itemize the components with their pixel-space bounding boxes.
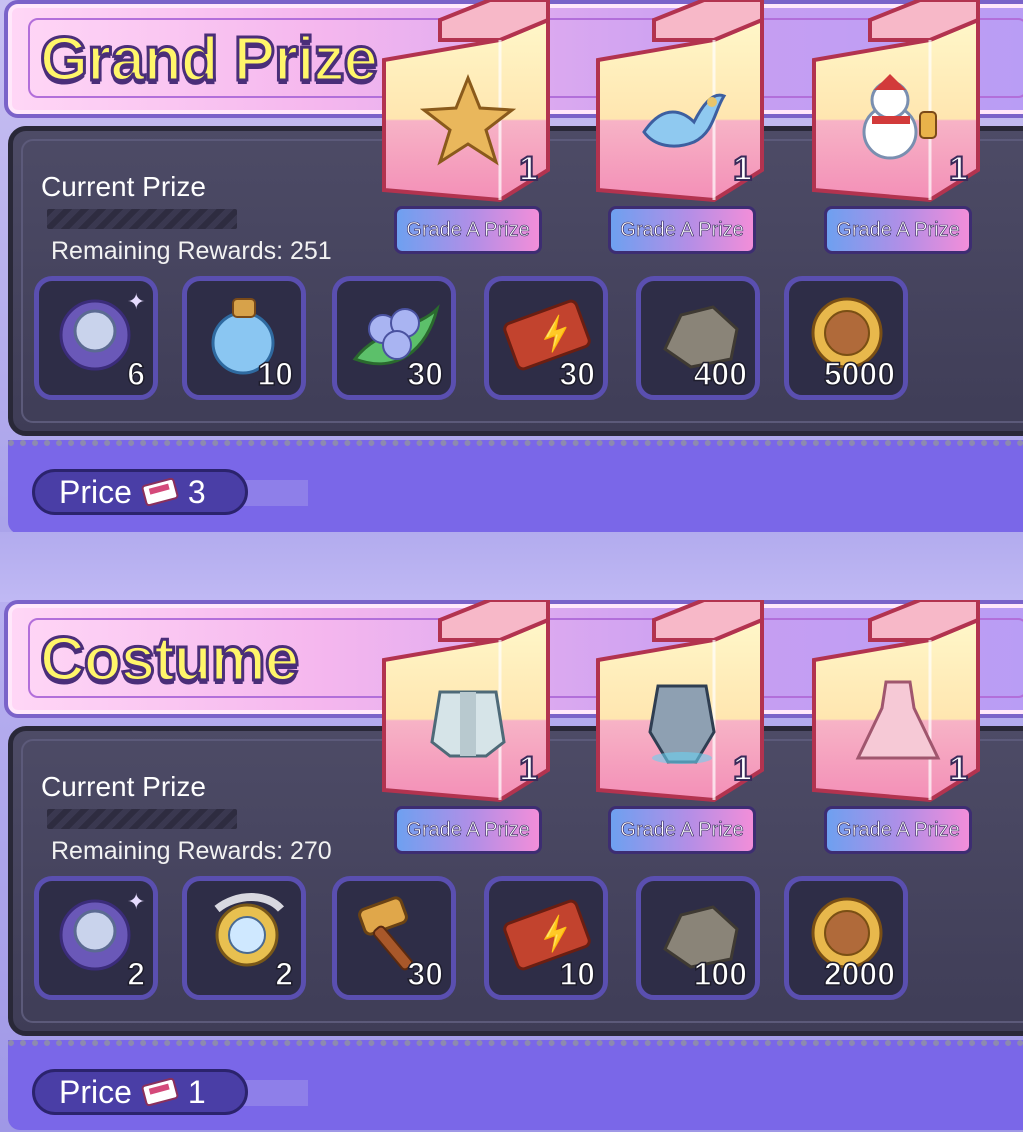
remaining-rewards: Remaining Rewards: 270 (51, 837, 332, 865)
snowman-icon (862, 74, 937, 160)
grade-prize-box[interactable]: 1 Grade A Prize (380, 600, 552, 862)
prize-quantity: 1 (732, 149, 753, 189)
price-value: 3 (187, 473, 206, 510)
reward-count: 100 (693, 955, 748, 993)
knight-armor-icon (648, 684, 716, 764)
price-bar: Price 3 (8, 440, 1023, 534)
grade-prize-box[interactable]: 1 Grade A Prize (380, 0, 552, 262)
section-divider (0, 532, 1023, 602)
svg-text:✦: ✦ (127, 889, 145, 914)
remaining-rewards: Remaining Rewards: 251 (51, 237, 332, 265)
grade-a-prize-button[interactable]: Grade A Prize (608, 806, 756, 854)
phoenix-icon (642, 93, 727, 148)
prize-quantity: 1 (948, 749, 969, 789)
reward-slot[interactable]: 30 (332, 876, 456, 1000)
reward-slot[interactable]: 400 (636, 276, 760, 400)
reward-count: 2 (126, 955, 145, 993)
current-prize-label: Current Prize (41, 171, 206, 202)
reward-count: 5000 (823, 355, 896, 393)
reward-count: 400 (693, 355, 748, 393)
reward-slot[interactable]: ✦ 6 (34, 276, 158, 400)
grade-prize-box[interactable]: 1 Grade A Prize (810, 0, 982, 262)
grade-a-prize-button[interactable]: Grade A Prize (394, 206, 542, 254)
price-label: Price (59, 473, 132, 510)
pink-dress-icon (855, 680, 941, 760)
reward-count: 10 (257, 355, 294, 393)
price-label: Price (59, 1073, 132, 1110)
reward-count: 6 (126, 355, 145, 393)
reward-slot[interactable]: ⚡ 30 (484, 276, 608, 400)
prize-quantity: 1 (518, 149, 539, 189)
reward-count: 30 (407, 955, 444, 993)
reward-count: 30 (407, 355, 444, 393)
reward-slot[interactable]: 10 (182, 276, 306, 400)
grade-prize-box[interactable]: 1 Grade A Prize (594, 0, 766, 262)
reward-slot[interactable]: ✦ 2 (34, 876, 158, 1000)
reward-count: 10 (559, 955, 596, 993)
grade-a-prize-button[interactable]: Grade A Prize (824, 206, 972, 254)
reward-slot[interactable]: 2 (182, 876, 306, 1000)
ticket-icon (141, 1078, 179, 1106)
price-bar: Price 1 (8, 1040, 1023, 1130)
ticket-icon (141, 478, 179, 506)
reward-slot[interactable]: 5000 (784, 276, 908, 400)
price-value: 1 (187, 1073, 206, 1110)
grade-prize-box[interactable]: 1 Grade A Prize (810, 600, 982, 862)
grade-a-prize-button[interactable]: Grade A Prize (824, 806, 972, 854)
price-button[interactable]: Price 1 (32, 1069, 248, 1115)
reward-slot[interactable]: 2000 (784, 876, 908, 1000)
svg-text:✦: ✦ (127, 289, 145, 314)
star-icon (420, 73, 516, 166)
reward-count: 30 (559, 355, 596, 393)
grade-prize-box[interactable]: 1 Grade A Prize (594, 600, 766, 862)
reward-slot[interactable]: ⚡ 10 (484, 876, 608, 1000)
reward-slot[interactable]: 30 (332, 276, 456, 400)
white-armor-icon (430, 690, 506, 758)
grade-a-prize-button[interactable]: Grade A Prize (394, 806, 542, 854)
reward-count: 2000 (823, 955, 896, 993)
section-title: Costume (38, 624, 300, 696)
prize-quantity: 1 (732, 749, 753, 789)
reward-slot[interactable]: 100 (636, 876, 760, 1000)
current-prize-label: Current Prize (41, 771, 206, 802)
price-button[interactable]: Price 3 (32, 469, 248, 515)
grand-prize-section: Grand Prize Current Prize Remaining Rewa… (0, 0, 1023, 540)
prize-quantity: 1 (518, 749, 539, 789)
grade-a-prize-button[interactable]: Grade A Prize (608, 206, 756, 254)
reward-count: 2 (274, 955, 293, 993)
costume-section: Costume Current Prize Remaining Rewards:… (0, 600, 1023, 1132)
prize-quantity: 1 (948, 149, 969, 189)
section-title: Grand Prize (39, 24, 380, 96)
